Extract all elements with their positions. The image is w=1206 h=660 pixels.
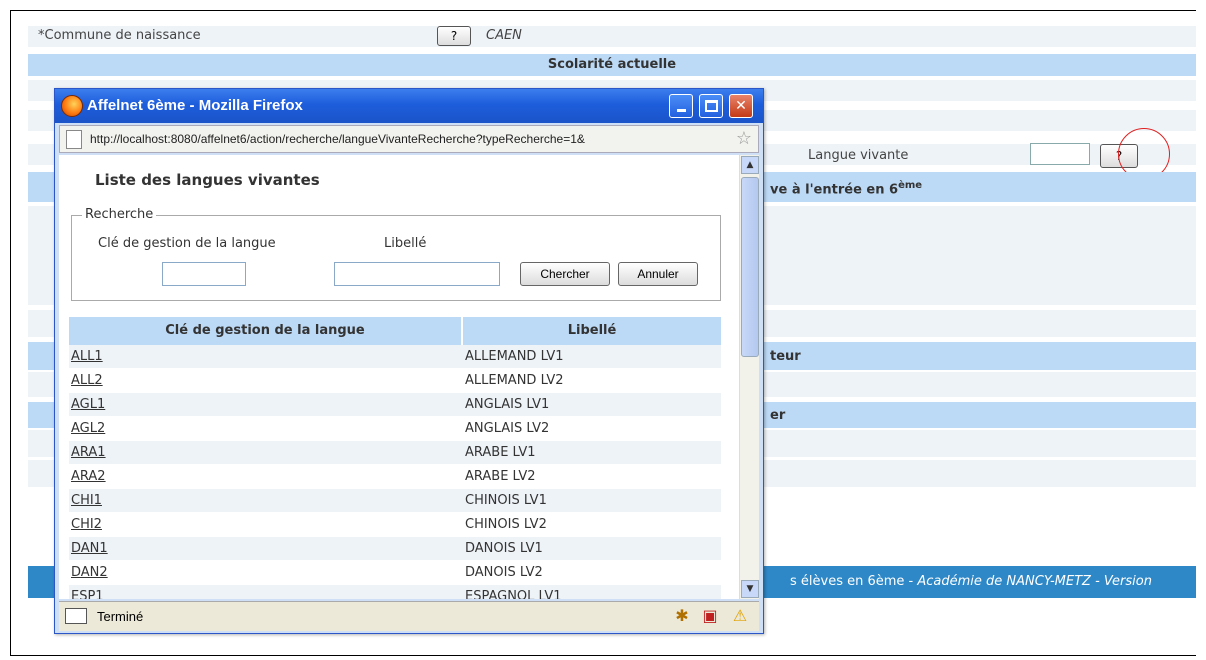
extension-icon[interactable]: ▣ xyxy=(699,606,721,626)
table-body: ALL1 ALLEMAND LV1 ALL2 ALLEMAND LV2 AGL1 AN… xyxy=(69,345,721,599)
row-libelle: DANOIS LV1 xyxy=(465,541,543,556)
row-cle-link[interactable]: ALL2 xyxy=(71,373,103,388)
row-cle-link[interactable]: ARA1 xyxy=(71,445,106,460)
maximize-button[interactable] xyxy=(699,94,723,118)
search-fieldset: Recherche Clé de gestion de la langue Li… xyxy=(71,207,721,301)
table-header: Clé de gestion de la langue Libellé xyxy=(69,317,721,345)
row-cle-link[interactable]: ALL1 xyxy=(71,349,103,364)
vertical-scrollbar[interactable]: ▲ ▼ xyxy=(739,155,759,599)
table-row: ARA2 ARABE LV2 xyxy=(69,465,721,489)
row-cle-link[interactable]: CHI1 xyxy=(71,493,102,508)
status-text: Terminé xyxy=(97,609,144,624)
scrollbar-thumb[interactable] xyxy=(741,177,759,357)
band-scolarite-title: Scolarité actuelle xyxy=(547,57,677,72)
column-header-libelle[interactable]: Libellé xyxy=(463,323,721,338)
table-row: ALL2 ALLEMAND LV2 xyxy=(69,369,721,393)
row-libelle: ANGLAIS LV1 xyxy=(465,397,550,412)
table-row: CHI2 CHINOIS LV2 xyxy=(69,513,721,537)
scroll-up-arrow-icon[interactable]: ▲ xyxy=(741,156,759,174)
row-libelle: CHINOIS LV1 xyxy=(465,493,547,508)
popup-content: Liste des langues vivantes Recherche Clé… xyxy=(59,155,739,599)
url-text: http://localhost:8080/affelnet6/action/r… xyxy=(90,132,585,146)
bookmark-star-icon[interactable]: ☆ xyxy=(736,128,752,149)
row-libelle: CHINOIS LV2 xyxy=(465,517,547,532)
page-heading: Liste des langues vivantes xyxy=(95,171,320,189)
column-header-cle[interactable]: Clé de gestion de la langue xyxy=(69,323,461,338)
warning-icon[interactable]: ⚠ xyxy=(729,606,751,626)
search-button[interactable]: Chercher xyxy=(520,262,610,286)
commune-value: CAEN xyxy=(486,28,522,43)
row-libelle: DANOIS LV2 xyxy=(465,565,543,580)
url-bar[interactable]: http://localhost:8080/affelnet6/action/r… xyxy=(59,125,759,153)
row-libelle: ALLEMAND LV1 xyxy=(465,349,564,364)
table-row: ESP1 ESPAGNOL LV1 xyxy=(69,585,721,599)
band-entree-title: ve à l'entrée en 6ème xyxy=(770,180,923,198)
row-cle-link[interactable]: CHI2 xyxy=(71,517,102,532)
row-cle-link[interactable]: ESP1 xyxy=(71,589,104,599)
minimize-icon xyxy=(676,109,686,112)
firefox-icon xyxy=(61,95,83,117)
langue-label: Langue vivante xyxy=(808,148,909,163)
window-title: Affelnet 6ème - Mozilla Firefox xyxy=(87,97,303,114)
row-libelle: ESPAGNOL LV1 xyxy=(465,589,562,599)
row-libelle: ALLEMAND LV2 xyxy=(465,373,564,388)
table-row: DAN1 DANOIS LV1 xyxy=(69,537,721,561)
close-icon: ✕ xyxy=(735,98,747,114)
row-cle-link[interactable]: DAN2 xyxy=(71,565,108,580)
band-teur-title: teur xyxy=(770,349,801,364)
table-row: CHI1 CHINOIS LV1 xyxy=(69,489,721,513)
firefox-popup-window: Affelnet 6ème - Mozilla Firefox ✕ http:/… xyxy=(54,88,764,634)
cancel-button[interactable]: Annuler xyxy=(618,262,698,286)
table-row: DAN2 DANOIS LV2 xyxy=(69,561,721,585)
commune-label: *Commune de naissance xyxy=(38,28,201,43)
band-er-title: er xyxy=(770,408,786,423)
table-row: AGL2 ANGLAIS LV2 xyxy=(69,417,721,441)
status-bar: Terminé ✱ ▣ ⚠ xyxy=(59,601,759,631)
row-cle-link[interactable]: AGL1 xyxy=(71,397,105,412)
band-scolarite: Scolarité actuelle xyxy=(28,54,1196,76)
window-titlebar[interactable]: Affelnet 6ème - Mozilla Firefox ✕ xyxy=(55,89,763,123)
table-row: AGL1 ANGLAIS LV1 xyxy=(69,393,721,417)
langue-input[interactable] xyxy=(1030,143,1090,165)
row-cle-link[interactable]: DAN1 xyxy=(71,541,108,556)
status-page-icon xyxy=(65,608,87,624)
table-row: ARA1 ARABE LV1 xyxy=(69,441,721,465)
close-button[interactable]: ✕ xyxy=(729,94,753,118)
page-icon xyxy=(66,130,82,149)
firebug-icon[interactable]: ✱ xyxy=(671,606,693,626)
search-legend: Recherche xyxy=(82,207,157,222)
libelle-label: Libellé xyxy=(384,236,427,251)
minimize-button[interactable] xyxy=(669,94,693,118)
cle-input[interactable] xyxy=(162,262,246,286)
row-libelle: ARABE LV1 xyxy=(465,445,536,460)
table-row: ALL1 ALLEMAND LV1 xyxy=(69,345,721,369)
row-libelle: ANGLAIS LV2 xyxy=(465,421,550,436)
scroll-down-arrow-icon[interactable]: ▼ xyxy=(741,580,759,598)
commune-help-button[interactable]: ? xyxy=(437,26,471,46)
row-cle-link[interactable]: ARA2 xyxy=(71,469,106,484)
row-cle-link[interactable]: AGL2 xyxy=(71,421,105,436)
footer-text: s élèves en 6ème - Académie de NANCY-MET… xyxy=(790,574,1152,589)
maximize-icon xyxy=(704,100,718,112)
row-libelle: ARABE LV2 xyxy=(465,469,536,484)
commune-row xyxy=(28,26,1196,48)
cle-label: Clé de gestion de la langue xyxy=(98,236,276,251)
libelle-input[interactable] xyxy=(334,262,500,286)
